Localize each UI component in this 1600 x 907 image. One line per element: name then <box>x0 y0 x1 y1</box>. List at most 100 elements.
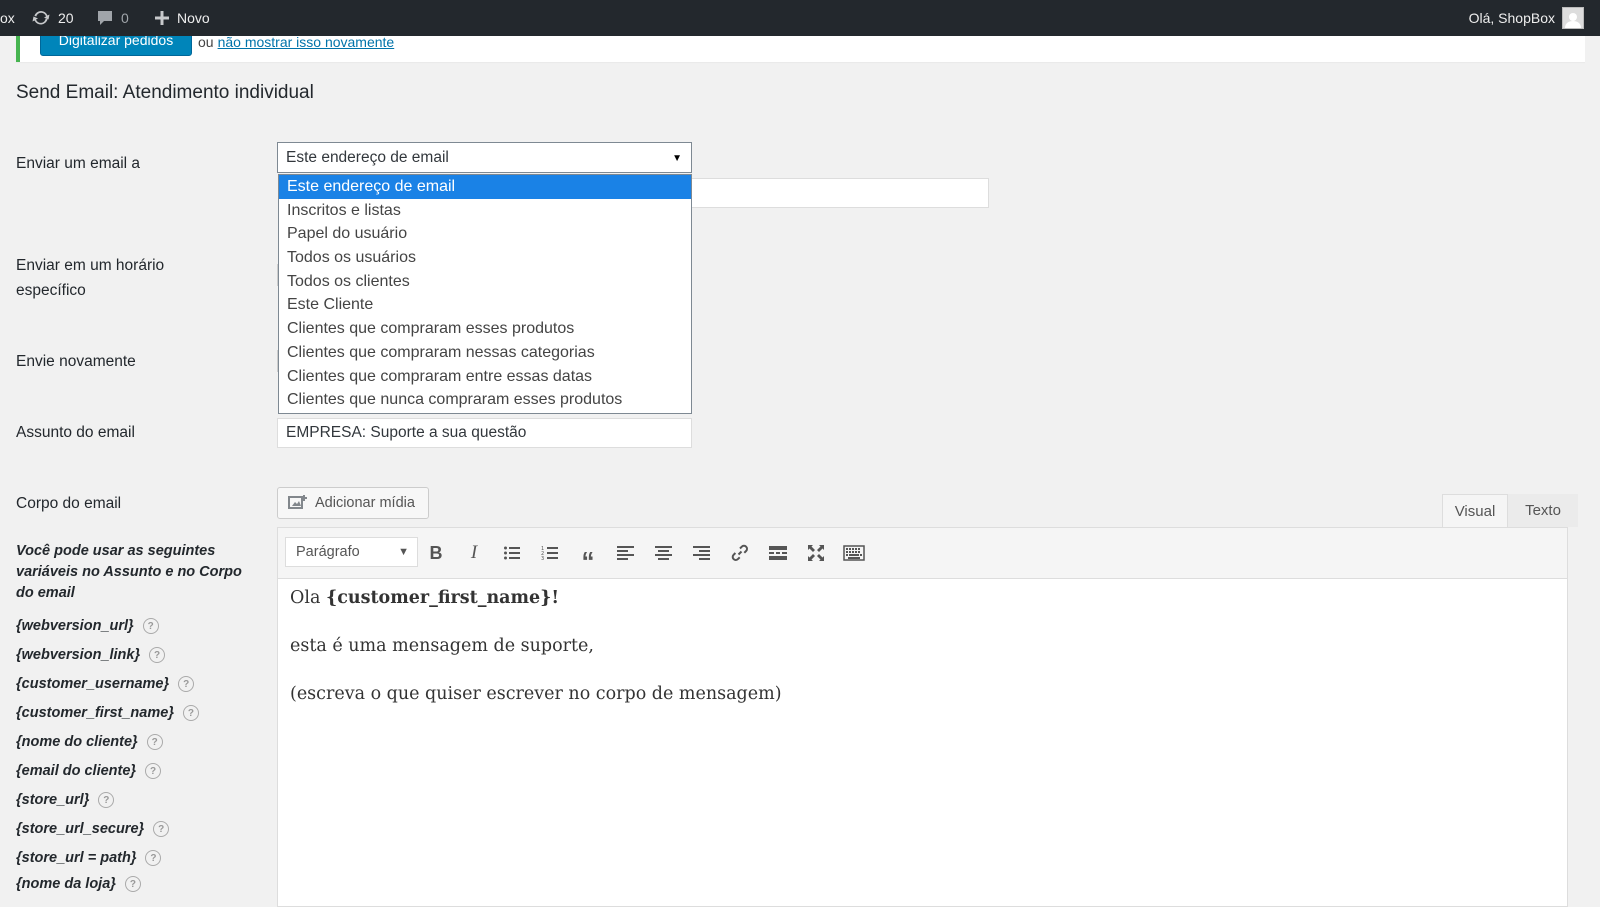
editor-toolbar: Parágrafo ▼ B I 123 “ <box>278 528 1567 579</box>
variable-item: {store_url_secure}? <box>16 821 170 837</box>
subject-label: Assunto do email <box>16 424 135 441</box>
avatar <box>1562 7 1584 29</box>
send-to-options-list: Este endereço de email Inscritos e lista… <box>278 174 692 414</box>
variable-name: {webversion_link} <box>16 647 141 663</box>
variable-name: {store_url = path} <box>16 850 137 866</box>
option-subscribers-lists[interactable]: Inscritos e listas <box>279 199 691 223</box>
subject-value: EMPRESA: Suporte a sua questão <box>286 424 527 441</box>
toolbar-toggle-icon[interactable] <box>841 540 867 566</box>
variable-name: {customer_first_name} <box>16 705 174 721</box>
tab-text[interactable]: Texto <box>1508 494 1578 527</box>
help-icon[interactable]: ? <box>98 792 115 808</box>
option-user-role[interactable]: Papel do usuário <box>279 222 691 246</box>
updates-icon <box>32 11 50 25</box>
content-line-2: esta é uma mensagem de suporte, <box>290 636 594 656</box>
notice-text: ou não mostrar isso novamente <box>198 34 394 50</box>
email-body-editor[interactable]: Parágrafo ▼ B I 123 “ Ola {customer_firs… <box>277 527 1568 907</box>
plus-icon <box>155 11 169 25</box>
bullet-list-icon[interactable] <box>499 540 525 566</box>
editor-content[interactable]: Ola {customer_first_name}! esta é uma me… <box>290 588 782 732</box>
help-icon[interactable]: ? <box>178 676 195 692</box>
variable-name: {webversion_url} <box>16 618 134 634</box>
option-bought-categories[interactable]: Clientes que compraram nessas categorias <box>279 341 691 365</box>
option-all-users[interactable]: Todos os usuários <box>279 246 691 270</box>
variable-item: {store_url = path}? <box>16 850 162 866</box>
variables-help-text: Você pode usar as seguintes variáveis no… <box>16 543 242 601</box>
variable-item: {nome do cliente}? <box>16 734 163 750</box>
body-label: Corpo do email <box>16 495 122 512</box>
account-menu[interactable]: Olá, ShopBox <box>1469 0 1584 36</box>
resend-label: Envie novamente <box>16 353 136 370</box>
help-icon[interactable]: ? <box>149 647 166 663</box>
variable-name: {store_url_secure} <box>16 821 145 837</box>
admin-bar: ox 20 0 Novo Olá, ShopBox <box>0 0 1600 36</box>
variable-name: {email do cliente} <box>16 763 137 779</box>
send-time-label-line1: Enviar em um horário <box>16 257 165 274</box>
variable-item: {customer_username}? <box>16 676 195 692</box>
page-scrollbar[interactable] <box>1585 36 1600 890</box>
link-icon[interactable] <box>727 540 753 566</box>
greeting-prefix: Ola <box>290 588 326 608</box>
help-icon[interactable]: ? <box>145 850 162 866</box>
send-to-label: Enviar um email a <box>16 155 141 172</box>
format-arrow-icon: ▼ <box>398 546 409 558</box>
tab-visual[interactable]: Visual <box>1442 494 1508 527</box>
help-icon[interactable]: ? <box>146 734 163 750</box>
comments-link[interactable]: 0 <box>96 0 129 36</box>
dismiss-notice-link[interactable]: não mostrar isso novamente <box>218 34 395 50</box>
help-icon[interactable]: ? <box>145 763 162 779</box>
read-more-icon[interactable] <box>765 540 791 566</box>
option-never-bought-products[interactable]: Clientes que nunca compraram esses produ… <box>279 388 691 412</box>
comment-icon <box>98 11 112 25</box>
dropdown-arrow-icon: ▼ <box>672 153 682 164</box>
variable-name: {nome do cliente} <box>16 734 138 750</box>
align-right-icon[interactable] <box>689 540 715 566</box>
page-title: Send Email: Atendimento individual <box>16 82 314 103</box>
variable-item: {customer_first_name}? <box>16 705 199 721</box>
content-line-3: (escreva o que quiser escrever no corpo … <box>290 684 782 704</box>
admin-notice: Digitalizar pedidos ou não mostrar isso n… <box>16 24 1586 62</box>
help-icon[interactable]: ? <box>142 618 159 634</box>
align-center-icon[interactable] <box>651 540 677 566</box>
updates-link[interactable]: 20 <box>31 0 74 36</box>
send-to-select-value: Este endereço de email <box>286 148 449 166</box>
add-media-icon <box>288 495 307 509</box>
site-name-label: ox <box>0 10 15 26</box>
greeting: Olá, ShopBox <box>1468 10 1555 26</box>
variable-name: {customer_username} <box>16 676 170 692</box>
subject-input[interactable]: EMPRESA: Suporte a sua questão <box>277 418 692 448</box>
greeting-variable: {customer_first_name}! <box>325 588 560 608</box>
send-time-label-line2: específico <box>16 282 86 299</box>
variable-item: {webversion_url}? <box>16 618 159 634</box>
option-bought-between-dates[interactable]: Clientes que compraram entre essas datas <box>279 365 691 389</box>
site-name[interactable]: ox <box>0 0 15 36</box>
align-left-icon[interactable] <box>613 540 639 566</box>
italic-icon[interactable]: I <box>461 540 487 566</box>
send-to-select[interactable]: Este endereço de email ▼ <box>277 142 692 173</box>
notice-or: ou <box>198 34 214 50</box>
bold-icon[interactable]: B <box>423 540 449 566</box>
option-this-email[interactable]: Este endereço de email <box>279 175 691 199</box>
variable-item: {email do cliente}? <box>16 763 162 779</box>
format-select[interactable]: Parágrafo ▼ <box>285 537 418 567</box>
blockquote-icon[interactable]: “ <box>575 540 601 576</box>
new-content-link[interactable]: Novo <box>154 0 210 36</box>
option-bought-products[interactable]: Clientes que compraram esses produtos <box>279 317 691 341</box>
content-greeting: Ola {customer_first_name}! <box>290 588 782 612</box>
variable-item: {webversion_link}? <box>16 647 166 663</box>
fullscreen-icon[interactable] <box>803 540 829 566</box>
updates-count: 20 <box>58 10 74 26</box>
help-icon[interactable]: ? <box>153 821 170 837</box>
option-all-customers[interactable]: Todos os clientes <box>279 270 691 294</box>
help-icon[interactable]: ? <box>182 705 199 721</box>
add-media-button[interactable]: Adicionar mídia <box>277 487 429 519</box>
add-media-label: Adicionar mídia <box>315 495 415 511</box>
email-address-input[interactable] <box>692 178 989 208</box>
option-this-customer[interactable]: Este Cliente <box>279 293 691 317</box>
numbered-list-icon[interactable]: 123 <box>537 540 563 566</box>
variable-name: {store_url} <box>16 792 90 808</box>
comments-count: 0 <box>121 10 129 26</box>
user-silhouette-icon <box>1565 13 1581 28</box>
format-select-value: Parágrafo <box>296 544 360 560</box>
svg-text:3: 3 <box>541 556 544 561</box>
